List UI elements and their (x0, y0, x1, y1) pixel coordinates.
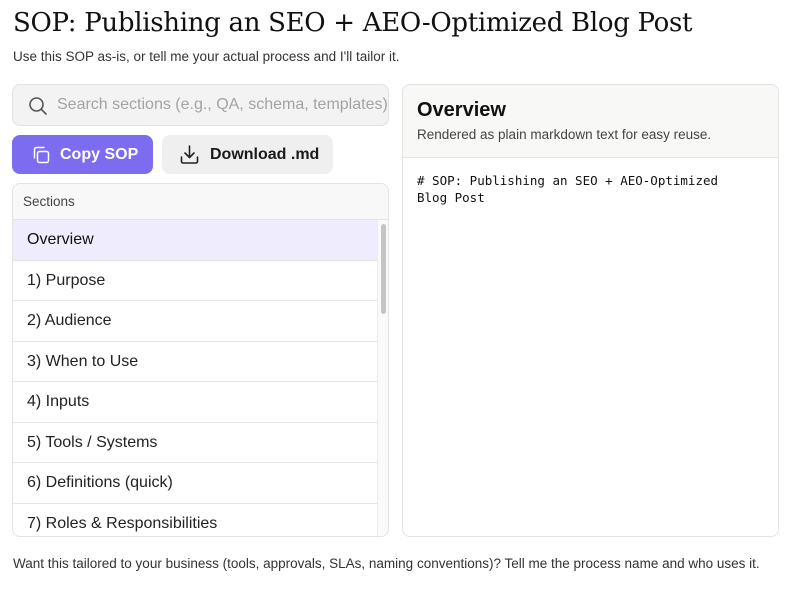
search-input[interactable] (57, 85, 387, 125)
search-icon (29, 97, 47, 115)
download-icon (180, 145, 199, 164)
sections-scrollbar-thumb[interactable] (381, 224, 386, 314)
page-title: SOP: Publishing an SEO + AEO-Optimized B… (13, 8, 693, 38)
markdown-content: # SOP: Publishing an SEO + AEO-Optimized… (417, 173, 719, 205)
content-panel-subtitle: Rendered as plain markdown text for easy… (417, 127, 712, 142)
page-subtitle: Use this SOP as-is, or tell me your actu… (13, 49, 400, 64)
section-item-when-to-use[interactable]: 3) When to Use (13, 342, 377, 382)
section-item-overview[interactable]: Overview (13, 220, 377, 261)
copy-icon (33, 146, 50, 163)
content-panel-title: Overview (417, 99, 506, 121)
section-item-audience[interactable]: 2) Audience (13, 301, 377, 342)
sections-heading: Sections (13, 184, 388, 220)
download-md-button[interactable]: Download .md (162, 135, 333, 174)
section-item-purpose[interactable]: 1) Purpose (13, 261, 377, 301)
footer-note: Want this tailored to your business (too… (13, 556, 760, 571)
sections-list: Overview 1) Purpose 2) Audience 3) When … (13, 220, 377, 536)
section-item-roles[interactable]: 7) Roles & Responsibilities (13, 504, 377, 537)
section-item-tools-systems[interactable]: 5) Tools / Systems (13, 423, 377, 463)
copy-sop-label: Copy SOP (60, 145, 139, 163)
copy-sop-button[interactable]: Copy SOP (12, 135, 153, 174)
search-box[interactable] (12, 84, 389, 126)
download-md-label: Download .md (210, 145, 320, 163)
sections-scrollbar[interactable] (377, 220, 388, 536)
content-panel-header: Overview Rendered as plain markdown text… (403, 85, 778, 158)
sections-list-panel: Sections Overview 1) Purpose 2) Audience… (12, 183, 389, 537)
content-panel: Overview Rendered as plain markdown text… (402, 84, 779, 537)
section-item-inputs[interactable]: 4) Inputs (13, 382, 377, 423)
section-item-definitions[interactable]: 6) Definitions (quick) (13, 463, 377, 504)
